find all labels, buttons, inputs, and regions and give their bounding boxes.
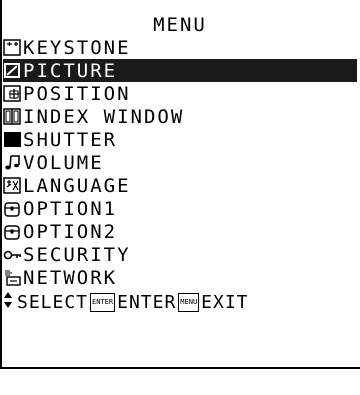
exit-label: EXIT <box>201 291 249 313</box>
keystone-icon <box>3 38 22 57</box>
menu-item-network[interactable]: NETWORK <box>3 266 357 289</box>
menu-item-label: OPTION1 <box>23 197 118 220</box>
menu-item-label: SECURITY <box>23 243 131 266</box>
menu-item-label: OPTION2 <box>23 220 118 243</box>
volume-icon <box>3 153 22 172</box>
menu-item-shutter[interactable]: SHUTTER <box>3 128 357 151</box>
menu-item-label: KEYSTONE <box>23 36 131 59</box>
shutter-icon <box>3 130 22 149</box>
menu-item-volume[interactable]: VOLUME <box>3 151 357 174</box>
menu-item-label: LANGUAGE <box>23 174 131 197</box>
menu-item-label: NETWORK <box>23 266 118 289</box>
key-icon <box>3 245 22 264</box>
menu-item-label: VOLUME <box>23 151 104 174</box>
network-icon <box>3 268 22 287</box>
picture-icon <box>3 61 22 80</box>
menu-item-label: POSITION <box>23 82 131 105</box>
menu-item-option2[interactable]: OPTION2 <box>3 220 357 243</box>
menu-item-keystone[interactable]: KEYSTONE <box>3 36 357 59</box>
menu-item-language[interactable]: LANGUAGE <box>3 174 357 197</box>
menu-item-option1[interactable]: OPTION1 <box>3 197 357 220</box>
index-window-icon <box>3 107 22 126</box>
menu-item-index-window[interactable]: INDEX WINDOW <box>3 105 357 128</box>
select-label: SELECT <box>17 291 89 313</box>
menu-title: MENU <box>153 14 207 36</box>
position-icon <box>3 84 22 103</box>
enter-label: ENTER <box>117 291 177 313</box>
language-icon <box>3 176 22 195</box>
menu-item-label: SHUTTER <box>23 128 118 151</box>
option-icon <box>3 222 22 241</box>
menu-item-label: INDEX WINDOW <box>23 105 185 128</box>
menu-button-icon: MENU <box>178 292 200 312</box>
menu-item-security[interactable]: SECURITY <box>3 243 357 266</box>
option-icon <box>3 199 22 218</box>
menu-item-picture[interactable]: PICTURE <box>3 59 357 82</box>
menu-item-label: PICTURE <box>23 59 118 82</box>
menu-item-position[interactable]: POSITION <box>3 82 357 105</box>
up-down-arrow-icon <box>3 291 13 313</box>
enter-button-icon: ENTER <box>90 292 116 312</box>
menu-footer: SELECT ENTER ENTER MENU EXIT <box>3 290 359 314</box>
